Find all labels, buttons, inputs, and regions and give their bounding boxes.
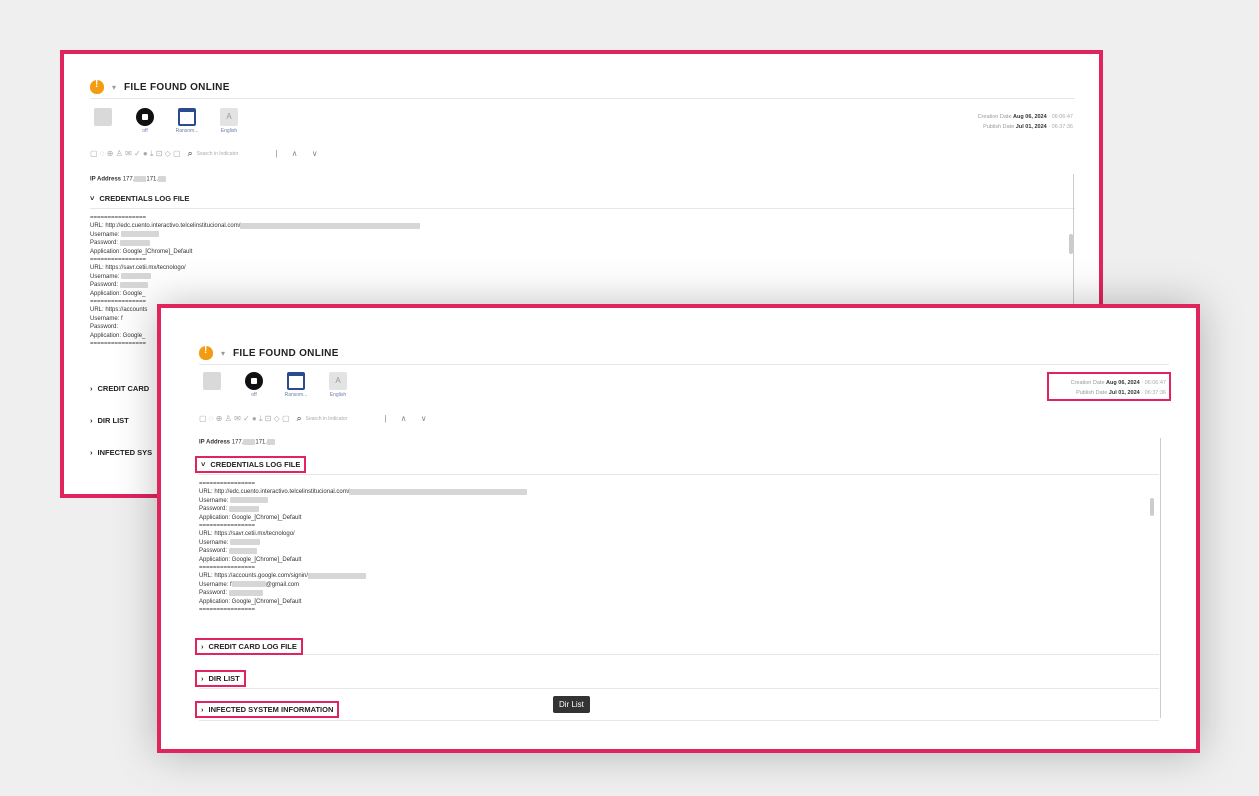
scroll-track <box>1160 438 1161 718</box>
dates-highlight <box>1047 372 1171 401</box>
ransom-tool[interactable]: Ransom... <box>174 108 200 134</box>
divider <box>199 720 1159 721</box>
alert-shield-icon <box>199 345 213 360</box>
chevron-down-icon[interactable]: ▾ <box>112 83 116 92</box>
section-credentials[interactable]: ˅ CREDENTIALS LOG FILE <box>90 194 189 203</box>
section-infected[interactable]: › INFECTED SYS <box>90 448 152 457</box>
action-bar: ▢ ◌ ⊕ ♙ ✉ ✓ ● ⤓ ⊡ ◇ ▢ ⌕ Search in Indica… <box>90 148 324 159</box>
divider <box>199 654 1159 655</box>
page-title: FILE FOUND ONLINE <box>124 81 230 93</box>
note-tool[interactable] <box>90 108 116 128</box>
header: ▾ FILE FOUND ONLINE <box>199 345 339 360</box>
chevron-down-icon: ˅ <box>90 194 95 203</box>
chevron-right-icon: › <box>201 705 204 714</box>
chevron-right-icon: › <box>90 384 93 393</box>
header: ▾ FILE FOUND ONLINE <box>90 79 230 94</box>
language-icon: A <box>329 372 347 390</box>
note-icon <box>94 108 112 126</box>
dates-panel: Creation Date Aug 06, 2024 · 06:06:47 Pu… <box>977 114 1073 130</box>
section-dir-list[interactable]: › DIR LIST <box>195 670 246 687</box>
language-tool[interactable]: A English <box>325 372 351 398</box>
chevron-down-icon[interactable]: ▾ <box>221 349 225 358</box>
lock-icon <box>136 108 154 126</box>
chevron-right-icon: › <box>201 642 204 651</box>
front-screenshot: ▾ FILE FOUND ONLINE off Ransom... AEngli… <box>157 304 1200 753</box>
section-credentials[interactable]: ˅ CREDENTIALS LOG FILE <box>195 456 307 473</box>
divider <box>90 98 1075 99</box>
lock-icon <box>245 372 263 390</box>
window-icon <box>178 108 196 126</box>
prev-next-nav[interactable]: | ∧ ∨ <box>275 149 323 158</box>
note-tool[interactable] <box>199 372 225 392</box>
prev-next-nav[interactable]: | ∧ ∨ <box>384 414 432 423</box>
scrollbar[interactable] <box>1150 498 1154 516</box>
credentials-log: ================ URL: http://edc.cuento.… <box>199 480 528 615</box>
chevron-right-icon: › <box>90 448 93 457</box>
divider <box>199 688 1159 689</box>
section-credit-card[interactable]: › CREDIT CARD <box>90 384 149 393</box>
toolbar: off Ransom... A English <box>90 108 242 134</box>
chevron-right-icon: › <box>201 674 204 683</box>
lock-tool[interactable]: off <box>241 372 267 398</box>
divider <box>90 208 1075 209</box>
tooltip: Dir List <box>553 696 590 713</box>
divider <box>199 474 1159 475</box>
divider <box>199 364 1169 365</box>
section-credit-card[interactable]: › CREDIT CARD LOG FILE <box>195 638 303 655</box>
ip-address: IP Address 177. 171. <box>90 176 167 183</box>
window-icon <box>287 372 305 390</box>
search-input[interactable]: ⌕ Search in Indicator <box>188 148 239 159</box>
lock-tool[interactable]: off <box>132 108 158 134</box>
section-infected[interactable]: › INFECTED SYSTEM INFORMATION <box>195 701 340 718</box>
search-input[interactable]: ⌕ Search in Indicator <box>297 413 348 424</box>
page-title: FILE FOUND ONLINE <box>233 347 339 359</box>
alert-shield-icon <box>90 79 104 94</box>
language-tool[interactable]: A English <box>216 108 242 134</box>
section-dir-list[interactable]: › DIR LIST <box>90 416 129 425</box>
language-icon: A <box>220 108 238 126</box>
action-bar: ▢ ◌ ⊕ ♙ ✉ ✓ ● ⤓ ⊡ ◇ ▢ ⌕ Search in Indica… <box>199 413 433 424</box>
toolbar: off Ransom... A English <box>199 372 351 398</box>
action-icons[interactable]: ▢ ◌ ⊕ ♙ ✉ ✓ ● ⤓ ⊡ ◇ ▢ <box>90 149 181 159</box>
chevron-down-icon: ˅ <box>201 460 206 469</box>
ip-address: IP Address 177. 171. <box>199 439 276 446</box>
action-icons[interactable]: ▢ ◌ ⊕ ♙ ✉ ✓ ● ⤓ ⊡ ◇ ▢ <box>199 414 290 424</box>
ransom-tool[interactable]: Ransom... <box>283 372 309 398</box>
note-icon <box>203 372 221 390</box>
chevron-right-icon: › <box>90 416 93 425</box>
